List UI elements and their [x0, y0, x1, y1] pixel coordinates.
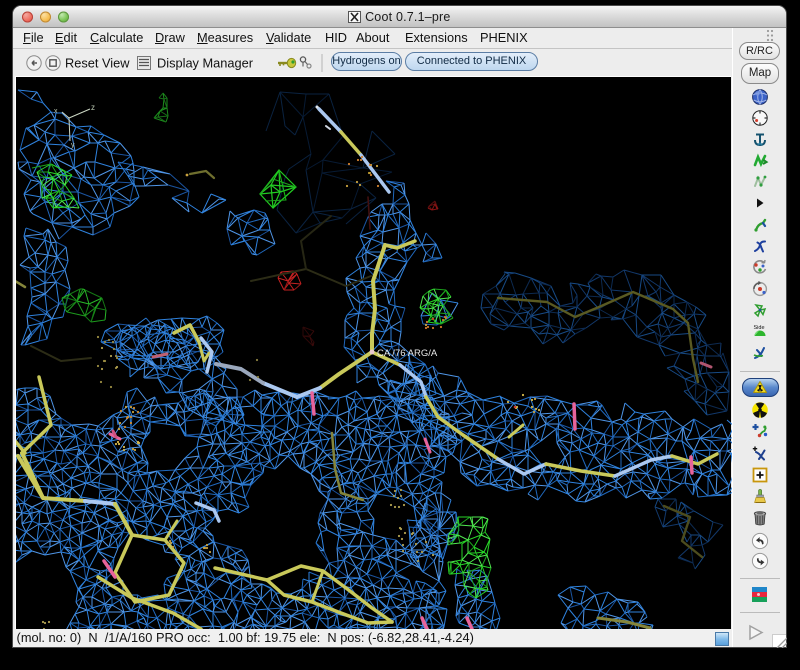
- svg-text:y: y: [71, 142, 75, 149]
- svg-text:Display Manager: Display Manager: [157, 56, 254, 71]
- svg-text:CA /76 ARG/A: CA /76 ARG/A: [377, 348, 438, 359]
- svg-text:Side: Side: [753, 325, 764, 331]
- svg-text:Reset View: Reset View: [65, 56, 130, 71]
- svg-text:z: z: [91, 103, 95, 112]
- svg-text:x: x: [54, 108, 58, 115]
